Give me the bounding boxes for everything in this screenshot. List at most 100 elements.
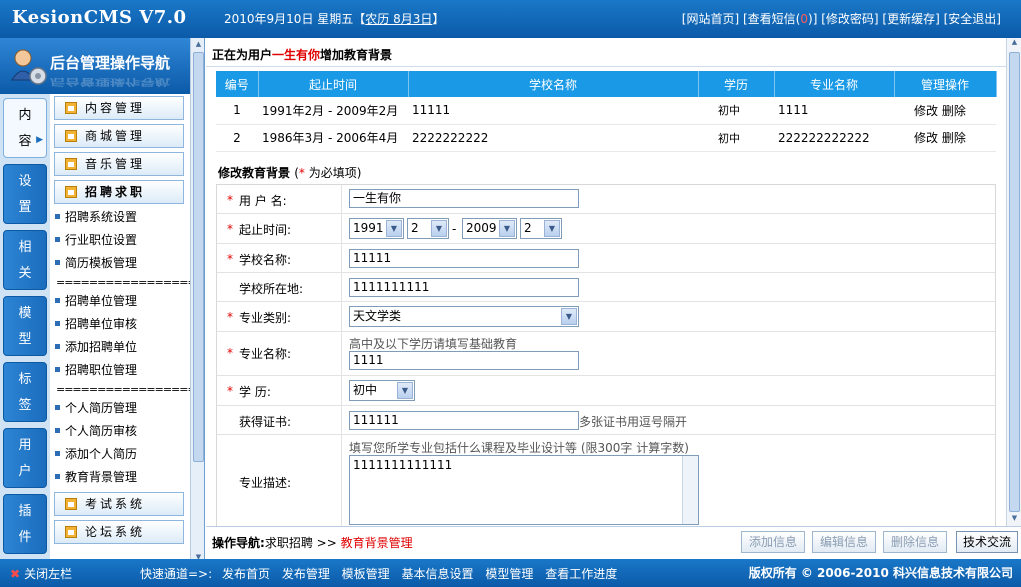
- site-home-link[interactable]: [网站首页]: [682, 12, 739, 26]
- change-password-link[interactable]: [修改密码]: [821, 12, 878, 26]
- delete-info-button[interactable]: 删除信息: [883, 531, 947, 553]
- school-input[interactable]: 11111: [349, 249, 579, 268]
- menu-item-education-management[interactable]: 教育背景管理: [55, 468, 137, 485]
- close-sidebar-label: 关闭左栏: [24, 567, 73, 581]
- cell-degree: 初中: [698, 124, 774, 152]
- menu-item-recruit-settings[interactable]: 招聘系统设置: [55, 208, 137, 225]
- scroll-thumb[interactable]: [1009, 52, 1020, 512]
- quick-links-label: 快速通道=>:: [140, 567, 213, 581]
- tab-active-arrow-icon: ▶: [36, 135, 43, 145]
- start-month-select[interactable]: 2 ▼: [407, 218, 449, 239]
- major-input[interactable]: 1111: [349, 351, 579, 370]
- menu-item-job-management[interactable]: 招聘职位管理: [55, 361, 137, 378]
- menu-button-label: 招聘求职: [85, 185, 146, 199]
- breadcrumb-current: 教育背景管理: [340, 536, 413, 550]
- degree-select[interactable]: 初中 ▼: [349, 380, 415, 401]
- menu-item-industry-positions[interactable]: 行业职位设置: [55, 231, 137, 248]
- delete-link[interactable]: 删除: [942, 131, 966, 145]
- tab-content[interactable]: 内容 ▶: [3, 98, 47, 158]
- close-sidebar-button[interactable]: ✖ 关闭左栏: [10, 565, 72, 582]
- menu-music-management[interactable]: 音乐管理: [54, 152, 184, 176]
- menu-item-resume-management[interactable]: 个人简历管理: [55, 399, 137, 416]
- username-input[interactable]: 一生有你: [349, 189, 579, 208]
- textarea-scrollbar[interactable]: [682, 456, 698, 524]
- quick-link-basic-settings[interactable]: 基本信息设置: [402, 567, 474, 581]
- lunar-date-link[interactable]: 农历 8月3日: [365, 12, 432, 26]
- edit-info-button[interactable]: 编辑信息: [812, 531, 876, 553]
- tab-plugins-label: 插件: [18, 504, 32, 545]
- description-textarea[interactable]: 1111111111111: [349, 455, 699, 525]
- form-row-certificate: 获得证书: 111111 多张证书用逗号隔开: [217, 406, 995, 435]
- menu-item-employer-review[interactable]: 招聘单位审核: [55, 315, 137, 332]
- quick-link-publish-home[interactable]: 发布首页: [222, 567, 270, 581]
- menu-forum-system[interactable]: 论坛系统: [54, 520, 184, 544]
- certificate-hint: 多张证书用逗号隔开: [579, 415, 688, 429]
- quick-link-work-progress[interactable]: 查看工作进度: [545, 567, 617, 581]
- menu-item-label: 招聘系统设置: [65, 210, 138, 224]
- tab-plugins[interactable]: 插件: [3, 494, 47, 554]
- menu-content-management[interactable]: 内容管理: [54, 96, 184, 120]
- menu-item-add-resume[interactable]: 添加个人简历: [55, 445, 137, 462]
- menu-item-label: 添加个人简历: [65, 447, 138, 461]
- required-star: *: [227, 384, 233, 398]
- scroll-down-icon[interactable]: ▼: [1009, 514, 1020, 526]
- menu-item-resume-templates[interactable]: 简历模板管理: [55, 254, 137, 271]
- category-value: 天文学类: [353, 309, 402, 323]
- tab-tags[interactable]: 标签: [3, 362, 47, 422]
- quick-link-model-manage[interactable]: 模型管理: [485, 567, 533, 581]
- scroll-up-icon[interactable]: ▲: [1009, 38, 1020, 50]
- tab-settings[interactable]: 设置: [3, 164, 47, 224]
- chevron-down-icon: ▼: [431, 220, 447, 237]
- tab-settings-label: 设置: [18, 174, 32, 215]
- form-row-school: * 学校名称: 11111: [217, 244, 995, 273]
- end-month-select[interactable]: 2 ▼: [520, 218, 562, 239]
- menu-exam-system[interactable]: 考试系统: [54, 492, 184, 516]
- menu-recruitment[interactable]: 招聘求职: [54, 180, 184, 204]
- update-cache-link[interactable]: [更新缓存]: [882, 12, 939, 26]
- category-select[interactable]: 天文学类 ▼: [349, 306, 579, 327]
- menu-item-resume-review[interactable]: 个人简历审核: [55, 422, 137, 439]
- title-prefix: 正在为用户: [212, 48, 273, 62]
- folder-icon: [65, 186, 77, 198]
- menu-button-label: 音乐管理: [85, 157, 146, 171]
- sidebar-header: 后台管理操作导航 后台管理操作导航: [0, 38, 204, 94]
- main-panel: 正在为用户一生有你增加教育背景 编号 起止时间 学校名称 学历 专业名称 管理操…: [206, 38, 1006, 526]
- logout-link[interactable]: [安全退出]: [944, 12, 1001, 26]
- scroll-thumb[interactable]: [193, 52, 204, 462]
- bullet-icon: [55, 321, 60, 326]
- edit-link[interactable]: 修改: [914, 104, 938, 118]
- title-username: 一生有你: [272, 48, 321, 62]
- tab-users[interactable]: 用户: [3, 428, 47, 488]
- chevron-down-icon: ▼: [499, 220, 515, 237]
- quick-link-template-manage[interactable]: 模板管理: [342, 567, 390, 581]
- quick-link-publish-manage[interactable]: 发布管理: [282, 567, 330, 581]
- tech-exchange-button[interactable]: 技术交流: [956, 531, 1018, 553]
- start-year-select[interactable]: 1991 ▼: [349, 218, 404, 239]
- sidebar-scrollbar[interactable]: ▲ ▼: [190, 38, 204, 563]
- certificate-input[interactable]: 111111: [349, 411, 579, 430]
- tab-model[interactable]: 模型: [3, 296, 47, 356]
- sidebar-title-reflection: 后台管理操作导航: [50, 76, 171, 88]
- form-row-period: * 起止时间: 1991 ▼ 2 ▼ - 2009 ▼ 2 ▼: [217, 214, 995, 244]
- scroll-up-icon[interactable]: ▲: [193, 38, 204, 50]
- edit-link[interactable]: 修改: [914, 131, 938, 145]
- delete-link[interactable]: 删除: [942, 104, 966, 118]
- end-year-select[interactable]: 2009 ▼: [462, 218, 517, 239]
- sidebar-menu: 内容管理 商城管理 音乐管理 招聘求职 招聘系统设置 行业职位设置 简历模板管理…: [50, 94, 204, 563]
- username-label: 用 户 名:: [239, 194, 287, 208]
- view-sms-link[interactable]: [查看短信(0)]: [743, 12, 817, 26]
- bullet-icon: [55, 405, 60, 410]
- tab-related[interactable]: 相关: [3, 230, 47, 290]
- menu-separator: ==================: [56, 383, 204, 396]
- breadcrumb-section[interactable]: 求职招聘: [265, 536, 313, 550]
- sms-prefix: [查看短信(: [743, 12, 801, 26]
- add-info-button[interactable]: 添加信息: [741, 531, 805, 553]
- location-input[interactable]: 1111111111: [349, 278, 579, 297]
- menu-shop-management[interactable]: 商城管理: [54, 124, 184, 148]
- menu-item-add-employer[interactable]: 添加招聘单位: [55, 338, 137, 355]
- menu-item-employer-management[interactable]: 招聘单位管理: [55, 292, 137, 309]
- main-scrollbar[interactable]: ▲ ▼: [1006, 38, 1021, 526]
- menu-item-label: 添加招聘单位: [65, 340, 138, 354]
- form-note-close: 为必填项): [304, 166, 362, 180]
- bullet-icon: [55, 451, 60, 456]
